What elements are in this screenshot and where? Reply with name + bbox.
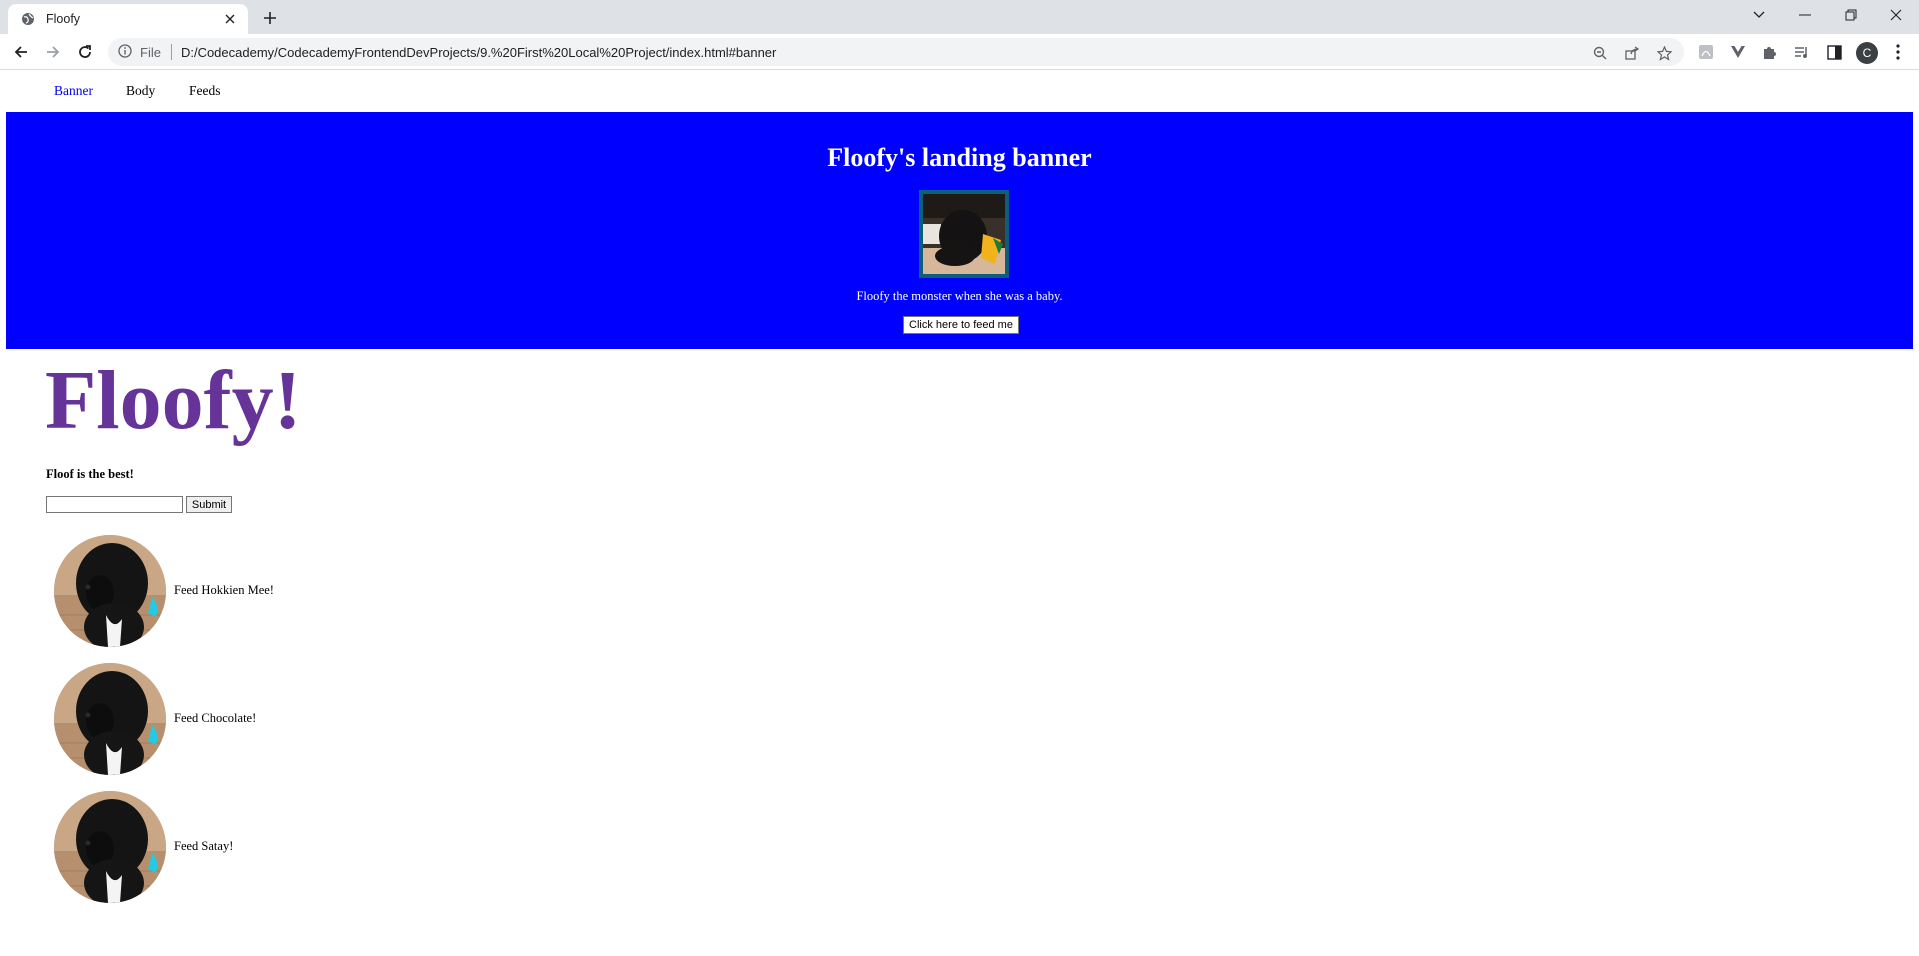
scheme-label: File bbox=[140, 44, 161, 60]
nav-link-body[interactable]: Body bbox=[126, 83, 155, 99]
minimize-icon[interactable] bbox=[1782, 0, 1828, 30]
banner-dog-photo bbox=[919, 190, 1009, 278]
nav-link-banner[interactable]: Banner bbox=[54, 83, 93, 99]
feed-me-button[interactable]: Click here to feed me bbox=[903, 316, 1019, 334]
feed-dog-photo bbox=[54, 535, 166, 647]
browser-tab[interactable]: Floofy bbox=[8, 4, 248, 34]
vue-extension-icon[interactable] bbox=[1728, 42, 1748, 62]
feed-item[interactable]: Feed Hokkien Mee! bbox=[54, 535, 354, 647]
plus-icon[interactable] bbox=[258, 6, 282, 30]
feed-label: Feed Chocolate! bbox=[174, 711, 257, 725]
puzzle-icon[interactable] bbox=[1760, 42, 1780, 62]
browser-toolbar: File D:/Codecademy/CodecademyFrontendDev… bbox=[0, 34, 1919, 70]
feed-item[interactable]: Feed Satay! bbox=[54, 791, 354, 903]
tagline: Floof is the best! bbox=[46, 467, 134, 481]
feed-label: Feed Satay! bbox=[174, 839, 234, 853]
url-text[interactable]: D:/Codecademy/CodecademyFrontendDevProje… bbox=[181, 45, 776, 60]
web-page: Banner Body Feeds Floofy's landing banne… bbox=[0, 71, 1919, 956]
feed-dog-photo bbox=[54, 791, 166, 903]
banner-caption: Floofy the monster when she was a baby. bbox=[856, 289, 1063, 303]
feed-dog-photo bbox=[54, 663, 166, 775]
feed-label: Feed Hokkien Mee! bbox=[174, 583, 274, 597]
address-bar[interactable]: File D:/Codecademy/CodecademyFrontendDev… bbox=[108, 38, 1684, 66]
share-icon[interactable] bbox=[1623, 44, 1641, 62]
profile-avatar[interactable]: C bbox=[1856, 42, 1878, 64]
nav-link-feeds[interactable]: Feeds bbox=[189, 83, 221, 99]
page-title: Floofy! bbox=[45, 354, 302, 447]
submit-button[interactable]: Submit bbox=[186, 496, 232, 513]
zoom-icon[interactable] bbox=[1591, 44, 1609, 62]
star-icon[interactable] bbox=[1655, 44, 1673, 62]
feed-item[interactable]: Feed Chocolate! bbox=[54, 663, 354, 775]
banner-heading: Floofy's landing banner bbox=[827, 143, 1092, 172]
close-icon[interactable] bbox=[222, 11, 238, 27]
landing-banner: Floofy's landing banner Floofy the monst… bbox=[6, 112, 1913, 349]
reload-icon[interactable] bbox=[73, 40, 97, 64]
text-input[interactable] bbox=[46, 496, 183, 513]
tab-strip: Floofy bbox=[0, 0, 1919, 34]
chevron-down-icon[interactable] bbox=[1736, 0, 1782, 30]
media-icon[interactable] bbox=[1792, 42, 1812, 62]
side-panel-icon[interactable] bbox=[1824, 42, 1844, 62]
window-close-icon[interactable] bbox=[1873, 0, 1919, 30]
info-icon[interactable] bbox=[118, 43, 132, 61]
globe-icon bbox=[20, 11, 36, 27]
tab-title: Floofy bbox=[46, 12, 81, 26]
pdf-extension-icon[interactable] bbox=[1696, 42, 1716, 62]
page-nav: Banner Body Feeds bbox=[0, 71, 1919, 111]
back-icon[interactable] bbox=[9, 40, 33, 64]
restore-icon[interactable] bbox=[1828, 0, 1874, 30]
forward-icon[interactable] bbox=[41, 40, 65, 64]
kebab-menu-icon[interactable] bbox=[1888, 42, 1908, 62]
omnibox-divider bbox=[170, 44, 172, 60]
